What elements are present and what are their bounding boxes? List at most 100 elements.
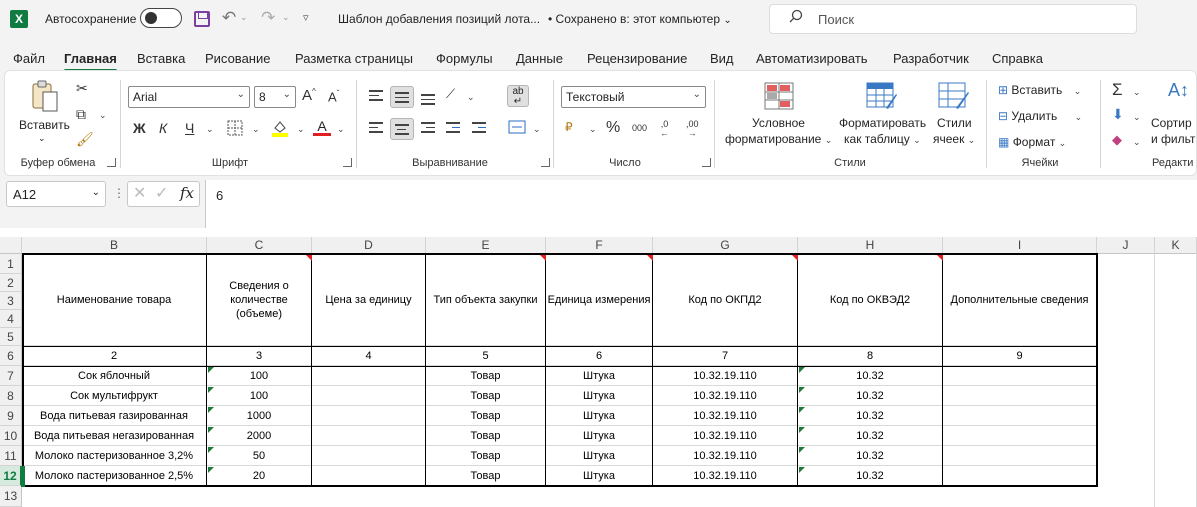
data-cell-quantity[interactable]: 1000 — [207, 406, 312, 426]
data-cell-unit[interactable]: Штука — [546, 446, 653, 466]
error-indicator-icon[interactable] — [799, 447, 805, 453]
tab-help[interactable]: Справка — [992, 51, 1043, 66]
number-cell[interactable]: 5 — [426, 346, 546, 366]
data-cell-price[interactable] — [312, 366, 426, 386]
data-cell-extra[interactable] — [943, 426, 1097, 446]
header-cell-okpd[interactable]: Код по ОКПД2 — [653, 254, 798, 346]
row-header-selected[interactable]: 12 — [0, 466, 22, 486]
sort-filter-icon[interactable]: A↕ — [1168, 80, 1189, 101]
number-cell[interactable]: 2 — [22, 346, 207, 366]
align-left-icon[interactable] — [369, 122, 383, 136]
cell-styles-button[interactable]: ячеек ⌄ — [933, 132, 975, 146]
format-as-table-icon[interactable] — [866, 82, 898, 110]
data-cell-price[interactable] — [312, 446, 426, 466]
data-cell-extra[interactable] — [943, 386, 1097, 406]
currency-icon[interactable]: ₽ — [565, 120, 573, 134]
tab-developer[interactable]: Разработчик — [893, 51, 969, 66]
comment-marker[interactable] — [647, 255, 653, 261]
error-indicator-icon[interactable] — [799, 387, 805, 393]
tab-view[interactable]: Вид — [710, 51, 734, 66]
row-header[interactable]: 6 — [0, 346, 22, 366]
formula-input[interactable]: 6 — [205, 180, 1197, 228]
data-cell-quantity[interactable]: 2000 — [207, 426, 312, 446]
redo-icon[interactable]: ↷ — [261, 8, 275, 28]
font-size-select[interactable]: 8 ⌄ — [254, 86, 296, 108]
fill-color-icon[interactable] — [271, 118, 289, 138]
number-cell[interactable]: 6 — [546, 346, 653, 366]
comment-marker[interactable] — [540, 255, 546, 261]
tab-home[interactable]: Главная — [64, 51, 117, 72]
data-cell-okpd[interactable]: 10.32.19.110 — [653, 446, 798, 466]
tab-data[interactable]: Данные — [516, 51, 563, 66]
merge-dropdown-icon[interactable]: ⌄ — [533, 124, 541, 135]
merge-center-icon[interactable] — [508, 120, 526, 134]
underline-button[interactable]: Ч — [185, 120, 194, 136]
decrease-decimal-button[interactable]: ,00 → — [686, 120, 699, 138]
wrap-text-button[interactable]: ab ↵ — [507, 85, 529, 107]
data-cell-price[interactable] — [312, 386, 426, 406]
data-cell-name[interactable]: Вода питьевая газированная — [22, 406, 207, 426]
undo-icon[interactable]: ↶ — [222, 8, 236, 28]
orientation-dropdown-icon[interactable]: ⌄ — [467, 92, 475, 103]
header-cell-name[interactable]: Наименование товара — [22, 254, 207, 346]
delete-cells-button[interactable]: ⊟ Удалить ⌄ — [998, 109, 1082, 123]
increase-decimal-button[interactable]: ,0 ← — [660, 120, 669, 138]
data-cell-okved[interactable]: 10.32 — [798, 366, 943, 386]
header-cell-extra[interactable]: Дополнительные сведения — [943, 254, 1097, 346]
column-header[interactable]: G — [653, 237, 798, 254]
tab-automate[interactable]: Автоматизировать — [756, 51, 868, 66]
data-cell-price[interactable] — [312, 406, 426, 426]
thousands-button[interactable]: 000 — [632, 123, 647, 133]
data-cell-okpd[interactable]: 10.32.19.110 — [653, 466, 798, 486]
select-all-corner[interactable] — [0, 237, 22, 254]
header-cell-okved[interactable]: Код по ОКВЭД2 — [798, 254, 943, 346]
font-name-select[interactable]: Arial ⌄ — [128, 86, 250, 108]
format-as-table-button[interactable]: как таблицу ⌄ — [844, 132, 921, 146]
grow-font-icon[interactable]: A^ — [302, 87, 316, 104]
align-top-icon[interactable] — [369, 90, 383, 104]
conditional-formatting-icon[interactable] — [764, 82, 794, 110]
data-cell-price[interactable] — [312, 466, 426, 486]
number-cell[interactable]: 9 — [943, 346, 1097, 366]
error-indicator-icon[interactable] — [799, 467, 805, 473]
data-cell-extra[interactable] — [943, 406, 1097, 426]
comment-marker[interactable] — [792, 255, 798, 261]
data-cell-type[interactable]: Товар — [426, 466, 546, 486]
shrink-font-icon[interactable]: Aˇ — [328, 89, 339, 104]
row-header[interactable]: 1 — [0, 254, 22, 274]
decrease-indent-icon[interactable] — [446, 122, 460, 136]
error-indicator-icon[interactable] — [208, 447, 214, 453]
insert-function-button[interactable]: fx — [180, 184, 194, 202]
save-icon[interactable] — [194, 11, 210, 27]
data-cell-quantity[interactable]: 50 — [207, 446, 312, 466]
data-cell-extra[interactable] — [943, 466, 1097, 486]
cancel-entry-icon[interactable]: ✕ — [133, 183, 146, 203]
column-header[interactable]: H — [798, 237, 943, 254]
tab-draw[interactable]: Рисование — [205, 51, 270, 66]
row-header[interactable]: 3 — [0, 292, 22, 310]
error-indicator-icon[interactable] — [799, 367, 805, 373]
copy-icon[interactable]: ⧉ — [76, 106, 86, 123]
data-cell-okved[interactable]: 10.32 — [798, 406, 943, 426]
cell-styles-label1[interactable]: Стили — [937, 116, 972, 130]
insert-cells-button[interactable]: ⊞ Вставить ⌄ — [998, 83, 1081, 97]
tab-page-layout[interactable]: Разметка страницы — [295, 51, 413, 66]
document-title[interactable]: Шаблон добавления позиций лота... — [338, 12, 540, 26]
name-box[interactable]: A12 ⌄ — [6, 181, 106, 207]
sort-filter-label2[interactable]: и фильт — [1151, 132, 1195, 146]
clear-icon[interactable]: ◆ — [1112, 132, 1122, 148]
italic-button[interactable]: К — [159, 120, 167, 136]
data-cell-type[interactable]: Товар — [426, 366, 546, 386]
column-header[interactable]: J — [1097, 237, 1155, 254]
row-header[interactable]: 2 — [0, 274, 22, 292]
underline-dropdown-icon[interactable]: ⌄ — [206, 124, 214, 135]
paste-dropdown-icon[interactable]: ⌄ — [38, 133, 46, 144]
header-cell-quantity[interactable]: Сведения о количестве (объеме) — [207, 254, 312, 346]
tab-insert[interactable]: Вставка — [137, 51, 185, 66]
data-cell-type[interactable]: Товар — [426, 406, 546, 426]
data-cell-okved[interactable]: 10.32 — [798, 466, 943, 486]
borders-icon[interactable] — [227, 120, 243, 136]
header-cell-price[interactable]: Цена за единицу — [312, 254, 426, 346]
font-color-dropdown-icon[interactable]: ⌄ — [337, 124, 345, 135]
format-cells-button[interactable]: ▦ Формат ⌄ — [998, 135, 1066, 149]
